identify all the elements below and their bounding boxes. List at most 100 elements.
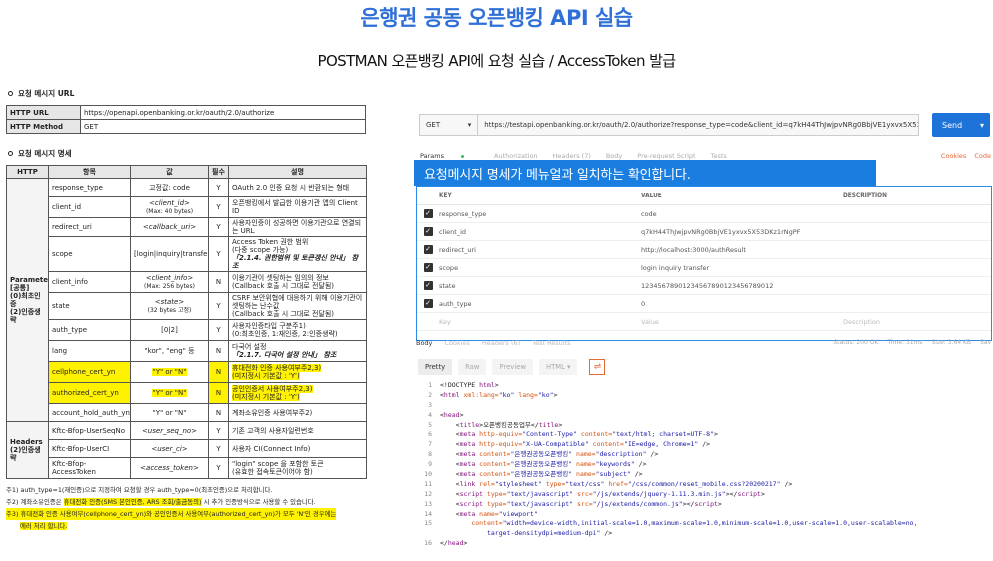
- spec-row: cellphone_cert_yn "Y" or "N" N 휴대전화 인증 사용여부…: [7, 361, 367, 383]
- params-col-value: VALUE: [641, 192, 662, 199]
- col-value: 값: [130, 165, 209, 179]
- param-value[interactable]: login inquiry transfer: [641, 264, 843, 272]
- spec-item-description: OAuth 2.0 인증 요청 시 반환되는 형태: [228, 178, 367, 197]
- code-line: 3: [414, 401, 993, 411]
- code-line: 16 </head>: [414, 539, 993, 549]
- line-number: [414, 529, 440, 539]
- spec-item-name: Kftc-Bfop-AccessToken: [48, 457, 131, 479]
- status-code: Status: 200 OK: [833, 339, 879, 346]
- tab-test-results[interactable]: Test Results: [532, 339, 570, 347]
- code-line: 13 <script type="text/javascript" src="/…: [414, 500, 993, 510]
- param-key[interactable]: auth_type: [439, 300, 641, 308]
- spec-row: lang "kor", "eng" 등 N 다국어 설정 「2.1.7. 다국어 설정 …: [7, 340, 367, 362]
- spec-item-value: "kor", "eng" 등: [130, 340, 209, 362]
- col-http: HTTP: [6, 165, 49, 179]
- line-number: 4: [428, 410, 432, 419]
- spec-row: Kftc-Bfop-AccessToken <access_token> Y "log…: [7, 457, 367, 479]
- spec-section-heading: 요청 메시지 명세: [8, 148, 374, 159]
- url-input[interactable]: https://testapi.openbanking.or.kr/oauth/…: [478, 115, 918, 135]
- cookies-link[interactable]: Cookies: [941, 152, 966, 160]
- checkbox-checked-icon[interactable]: ✓: [423, 299, 433, 308]
- tab-authorization[interactable]: Authorization: [494, 152, 538, 160]
- spec-item-required: Y: [208, 217, 229, 237]
- spec-item-description: 공인인증서 사용여부주2,3) (미지정시 기본값 : 'Y'): [228, 382, 367, 404]
- new-key-input[interactable]: Key: [439, 318, 641, 326]
- code-link[interactable]: Code: [974, 152, 991, 160]
- response-status: Status: 200 OK Time: 31ms Size: 3.64 KB …: [826, 339, 991, 346]
- tab-tests[interactable]: Tests: [711, 152, 727, 160]
- tab-response-headers[interactable]: Headers (6): [482, 339, 520, 347]
- view-pretty-button[interactable]: Pretty: [418, 359, 453, 375]
- tab-pre-request-script[interactable]: Pre-request Script: [637, 152, 695, 160]
- tab-body[interactable]: Body: [606, 152, 622, 160]
- url-table: HTTP URL https://openapi.openbanking.or.…: [6, 105, 366, 134]
- checkbox-checked-icon[interactable]: ✓: [423, 263, 433, 272]
- spec-item-required: Y: [208, 457, 229, 479]
- spec-row: client_info <client_info> (Max: 256 bytes)…: [7, 271, 367, 293]
- checkbox-checked-icon[interactable]: ✓: [423, 281, 433, 290]
- param-value[interactable]: 12345678901234567890123456789012: [641, 282, 843, 290]
- tab-response-cookies[interactable]: Cookies: [444, 339, 469, 347]
- http-method-key: HTTP Method: [6, 119, 81, 134]
- spec-item-value: "Y" or "N": [130, 403, 209, 422]
- view-preview-button[interactable]: Preview: [492, 359, 533, 375]
- param-key[interactable]: response_type: [439, 210, 641, 218]
- tab-params[interactable]: Params: [420, 152, 479, 160]
- spec-item-required: Y: [208, 292, 229, 320]
- new-description-input[interactable]: Description: [843, 318, 991, 326]
- spec-item-name: Kftc-Bfop-UserCI: [48, 439, 131, 458]
- line-number: 1: [428, 381, 432, 389]
- slide-subtitle: POSTMAN 오픈뱅킹 API에 요청 실습 / AccessToken 발급: [317, 52, 677, 70]
- spec-item-name: authorized_cert_yn: [48, 382, 131, 404]
- param-key[interactable]: redirect_uri: [439, 246, 641, 254]
- method-select[interactable]: GET ▾: [420, 115, 479, 135]
- group-headers: Headers (2)인증생략: [6, 421, 49, 479]
- spec-item-value: "Y" or "N": [130, 382, 209, 404]
- send-button[interactable]: Send ▾: [932, 113, 990, 137]
- line-number: 11: [424, 479, 432, 488]
- code-line: 1 <!DOCTYPE html>: [414, 381, 993, 391]
- format-select[interactable]: HTML ▾: [538, 359, 578, 375]
- spec-item-description: Access Token 권한 범위 (다중 scope 가능) 「2.1.4. 권…: [228, 236, 367, 272]
- tab-response-body[interactable]: Body: [416, 339, 432, 347]
- spec-item-name: client_info: [48, 271, 131, 293]
- param-key[interactable]: state: [439, 282, 641, 290]
- new-value-input[interactable]: Value: [641, 318, 843, 326]
- param-value[interactable]: q7kH44ThJwjpvNRg0BbjVE1yxvx5X53DKz1rNgPF: [641, 228, 843, 236]
- param-value[interactable]: 0: [641, 300, 843, 308]
- checkbox-checked-icon[interactable]: ✓: [423, 227, 433, 236]
- params-new-row: Key Value Description: [417, 313, 991, 331]
- line-number: 16: [424, 539, 432, 548]
- col-item: 항목: [48, 165, 131, 179]
- spec-item-description: 오픈뱅킹에서 발급한 이용기관 앱의 Client ID: [228, 196, 367, 218]
- spec-item-value: <access_token>: [130, 457, 209, 479]
- param-key[interactable]: scope: [439, 264, 641, 272]
- code-line: 12 <script type="text/javascript" src="/…: [414, 490, 993, 500]
- col-description: 설명: [228, 165, 367, 179]
- line-number: 13: [424, 499, 432, 508]
- wrap-lines-icon[interactable]: ⇌: [589, 359, 606, 375]
- save-response-link[interactable]: Sav: [980, 339, 991, 346]
- spec-item-name: auth_type: [48, 319, 131, 341]
- chevron-down-icon: ▾: [979, 120, 984, 130]
- spec-item-required: N: [208, 403, 229, 422]
- params-col-description: DESCRIPTION: [843, 192, 887, 199]
- request-tabs: Params Authorization Headers (7) Body Pr…: [420, 152, 993, 160]
- spec-item-description: 이용기관이 셋팅하는 임의의 정보 (Callback 호출 시 그대로 전달됨): [228, 271, 367, 293]
- spec-row: client_id <client_id> (Max: 40 bytes) Y 오픈뱅킹…: [7, 196, 367, 218]
- code-line: 8 <meta content="은행권공동오픈뱅킹" name="descri…: [414, 450, 993, 460]
- spec-item-required: Y: [208, 196, 229, 218]
- tab-headers[interactable]: Headers (7): [553, 152, 591, 160]
- param-value[interactable]: code: [641, 210, 843, 218]
- spec-item-name: state: [48, 292, 131, 320]
- checkbox-checked-icon[interactable]: ✓: [423, 245, 433, 254]
- param-value[interactable]: http://localhost:3000/authResult: [641, 246, 843, 254]
- spec-item-required: N: [208, 382, 229, 404]
- param-row: ✓ state 12345678901234567890123456789012: [417, 277, 991, 295]
- view-raw-button[interactable]: Raw: [458, 359, 487, 375]
- param-key[interactable]: client_id: [439, 228, 641, 236]
- http-url-value: https://openapi.openbanking.or.kr/oauth/…: [80, 105, 366, 120]
- param-row: ✓ scope login inquiry transfer: [417, 259, 991, 277]
- checkbox-checked-icon[interactable]: ✓: [423, 209, 433, 218]
- slide-title: 은행권 공동 오픈뱅킹 API 실습: [360, 6, 633, 30]
